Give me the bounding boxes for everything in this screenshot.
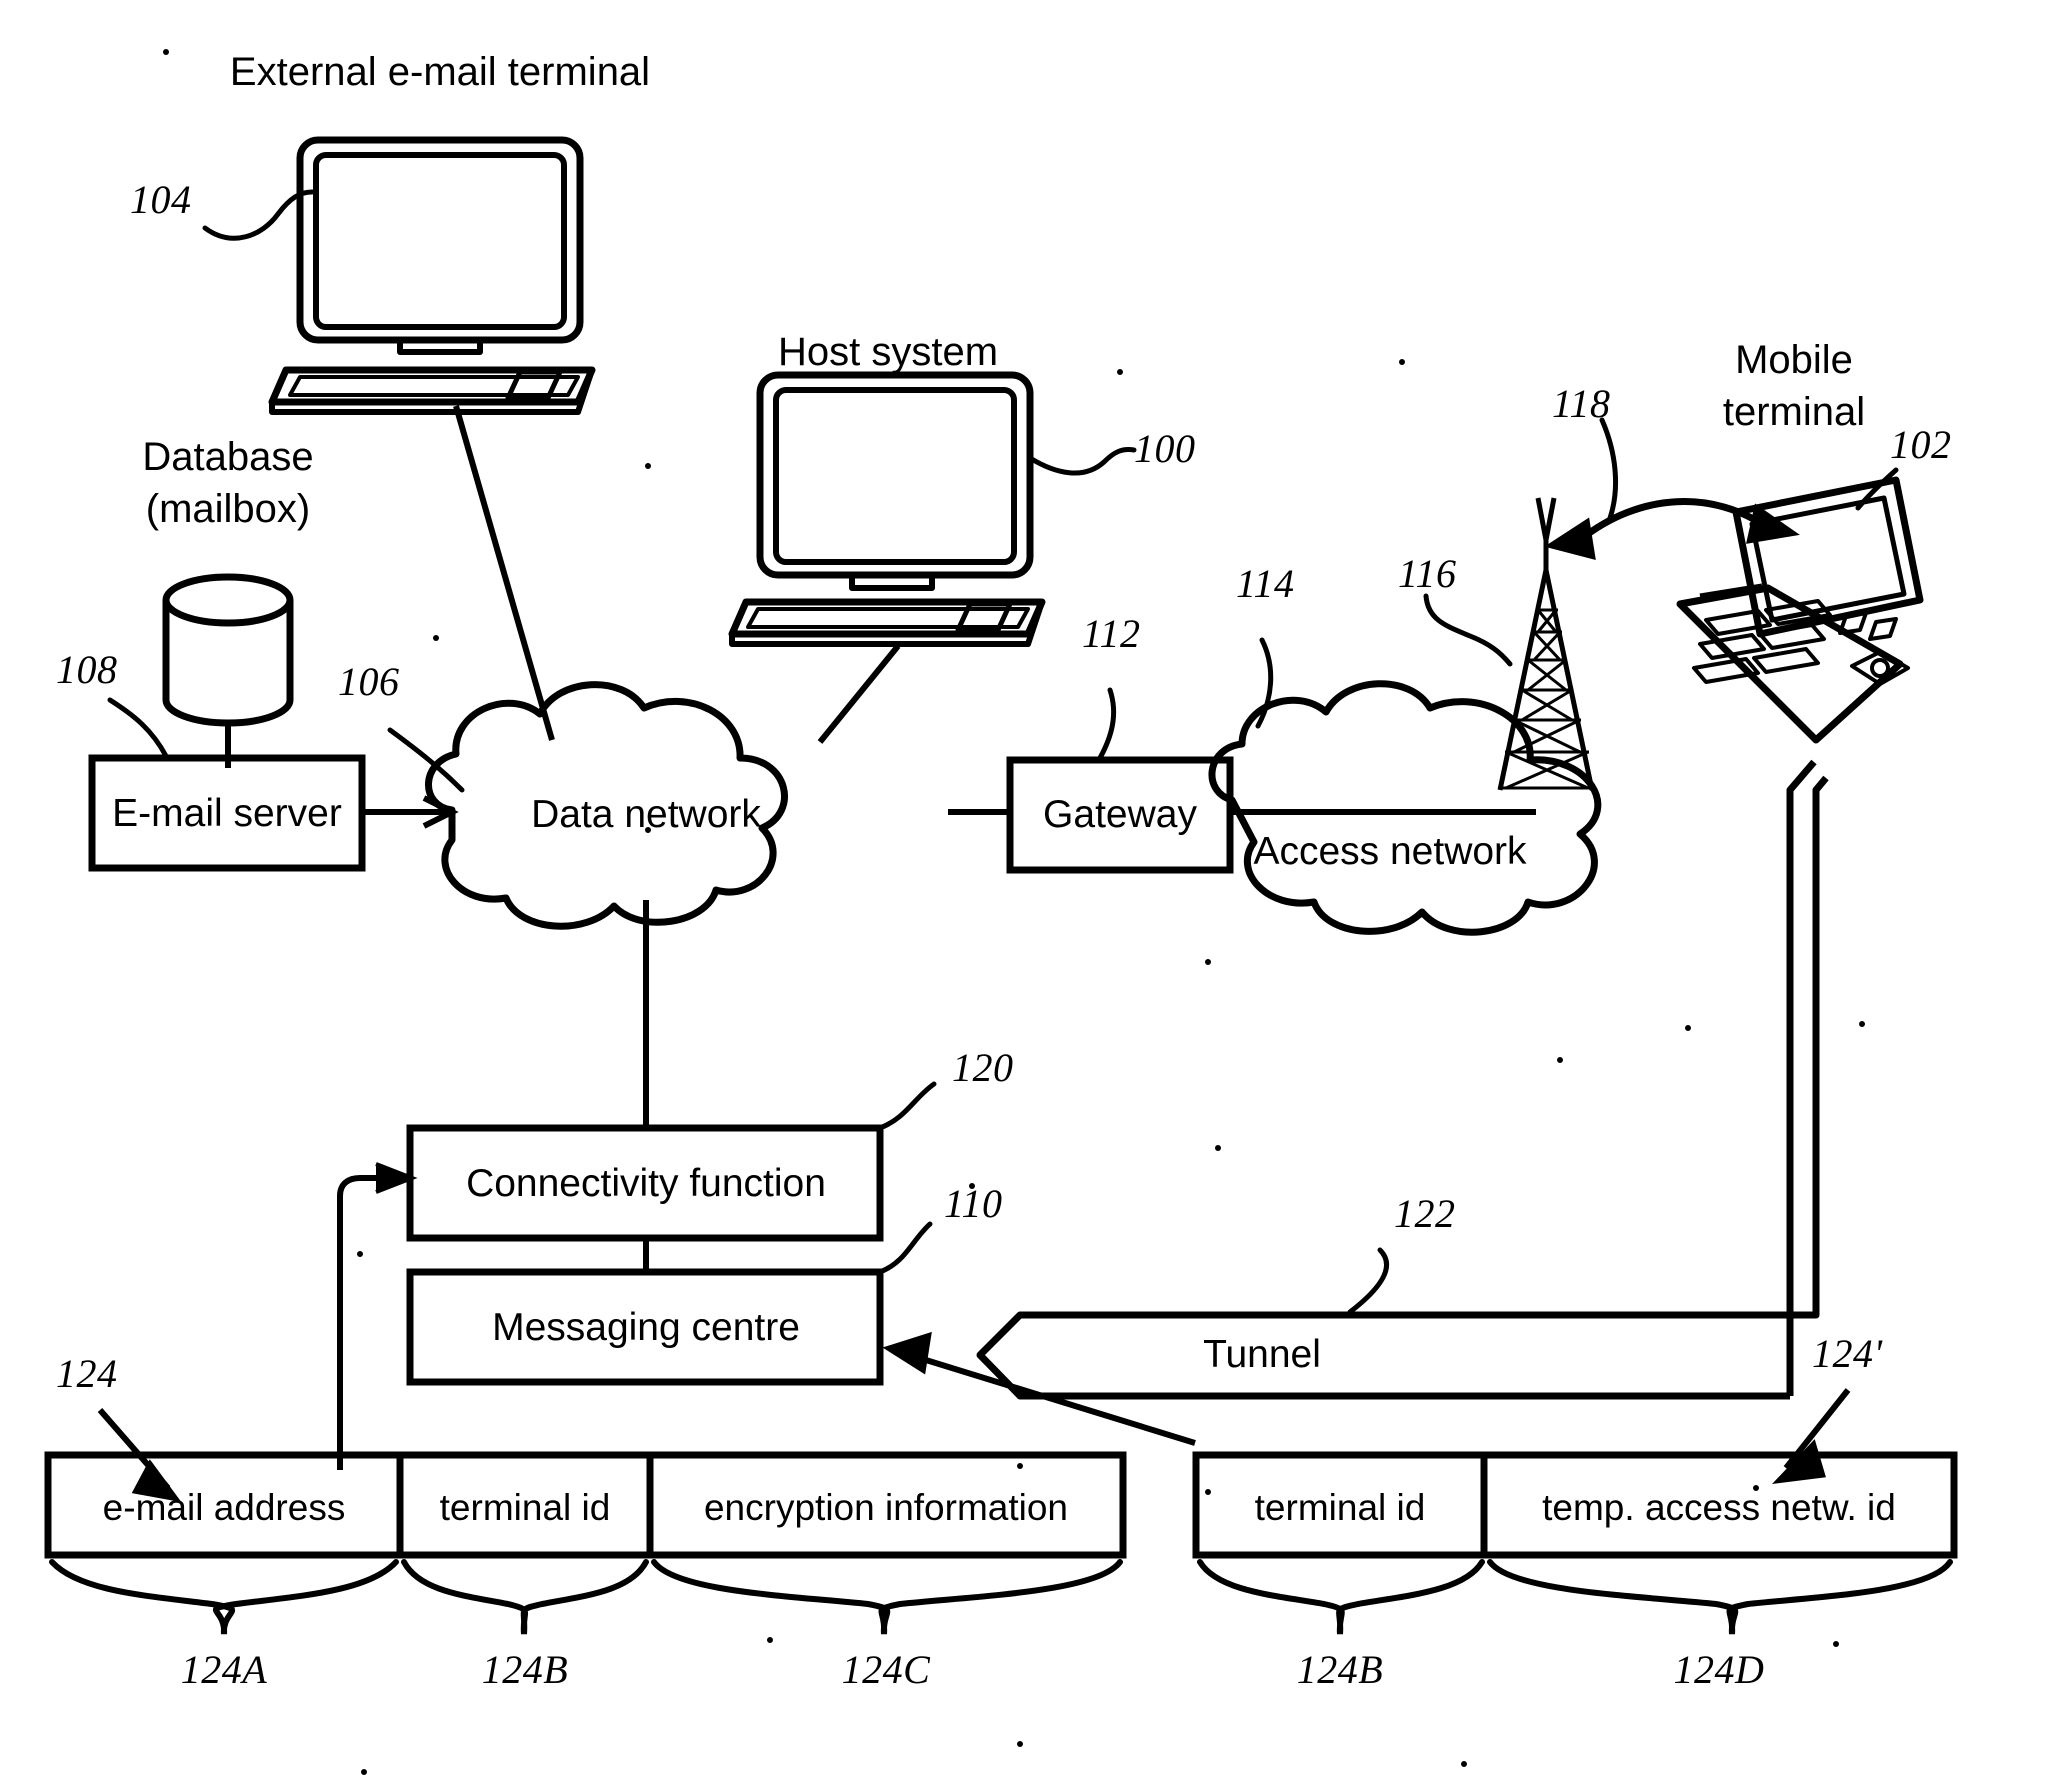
leader-110: [877, 1221, 933, 1275]
gateway-label: Gateway: [1043, 793, 1197, 836]
leader-122: [1347, 1247, 1389, 1315]
ref-100: 100: [1134, 426, 1196, 471]
database-cylinder-icon: [162, 573, 294, 768]
messaging-centre-label: Messaging centre: [492, 1306, 800, 1349]
record-prime-field-temp-access-netw-id: temp. access netw. id: [1542, 1487, 1896, 1528]
ref-124B-right: 124B: [1296, 1647, 1384, 1692]
ref-124B-left: 124B: [481, 1647, 569, 1692]
leader-104: [202, 189, 315, 241]
host-system-title: Host system: [777, 330, 999, 374]
access-network-label: Access network: [1253, 830, 1527, 873]
host-system-icon: [728, 371, 1046, 647]
mobile-terminal-icon: [1676, 476, 1924, 744]
ref-124C: 124C: [841, 1647, 931, 1692]
ref-120: 120: [952, 1045, 1014, 1090]
external-email-terminal-icon: [268, 136, 596, 415]
leader-124prime: [1772, 1388, 1851, 1485]
ref-104: 104: [130, 177, 192, 222]
ref-116: 116: [1398, 551, 1457, 596]
connector-record124prime-to-messaging: [882, 1331, 1196, 1446]
ref-124: 124: [56, 1351, 118, 1396]
connectivity-function-label: Connectivity function: [466, 1162, 826, 1205]
ref-124D: 124D: [1673, 1647, 1765, 1692]
patent-figure: External e-mail terminal 104 Database (m…: [0, 0, 2055, 1780]
connector-host-to-datanetwork: [817, 644, 901, 744]
mobile-terminal-title-line2: terminal: [1722, 390, 1866, 434]
ref-114: 114: [1236, 561, 1295, 606]
connector-terminal-to-datanetwork: [453, 405, 555, 741]
leader-108: [107, 697, 169, 759]
ref-110: 110: [944, 1181, 1003, 1226]
record-field-terminal-id: terminal id: [439, 1487, 611, 1528]
ref-112: 112: [1082, 611, 1141, 656]
leader-120: [877, 1081, 937, 1131]
database-title-line1: Database: [142, 435, 314, 479]
tunnel-block-arrow-icon: [976, 1311, 1790, 1400]
data-network-label: Data network: [531, 793, 761, 836]
mobile-terminal-title-line1: Mobile: [1735, 338, 1853, 382]
connector-record124-to-connectivity: [337, 1162, 418, 1470]
leader-100: [1027, 447, 1137, 476]
database-title-line2: (mailbox): [145, 487, 311, 531]
ref-106: 106: [338, 659, 400, 704]
email-server-label: E-mail server: [112, 792, 342, 835]
braces-record-124: [49, 1559, 1123, 1635]
record-prime-field-terminal-id: terminal id: [1254, 1487, 1426, 1528]
leader-112: [1097, 687, 1117, 761]
record-field-encryption-information: encryption information: [703, 1487, 1069, 1528]
connector-mobile-to-tunnel: [1786, 759, 1829, 1396]
leader-118: [1599, 417, 1619, 521]
ref-108: 108: [56, 647, 118, 692]
ref-118: 118: [1552, 381, 1611, 426]
external-email-terminal-title: External e-mail terminal: [229, 50, 651, 94]
braces-record-124prime: [1197, 1559, 1953, 1635]
ref-122: 122: [1394, 1191, 1456, 1236]
ref-124-prime: 124': [1812, 1331, 1883, 1376]
ref-124A: 124A: [180, 1647, 268, 1692]
leader-116: [1423, 593, 1513, 667]
record-field-email-address: e-mail address: [102, 1487, 346, 1528]
ref-102: 102: [1890, 422, 1952, 467]
tunnel-label: Tunnel: [1203, 1333, 1321, 1376]
